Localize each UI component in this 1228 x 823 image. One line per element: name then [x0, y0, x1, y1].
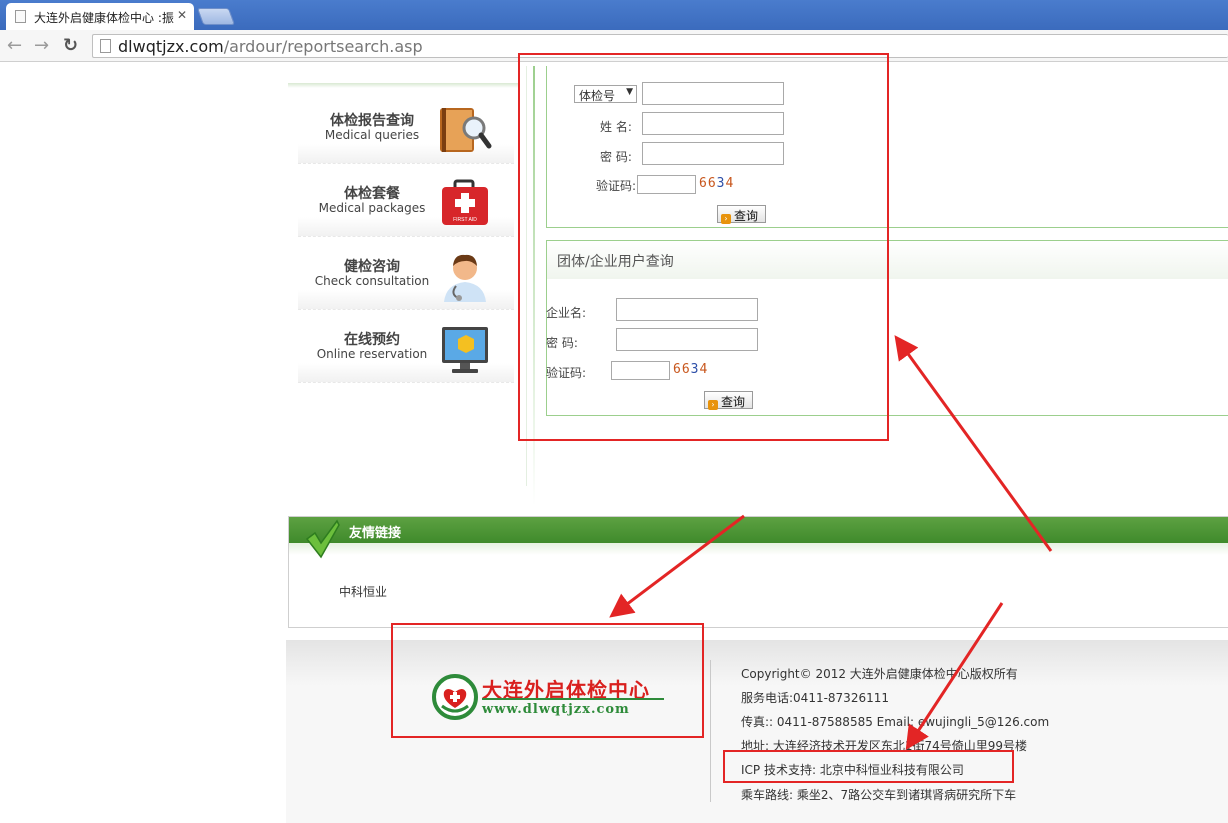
- friendly-links-title: 友情链接: [349, 526, 402, 541]
- sidebar-item-sublabel: Medical queries: [324, 128, 420, 142]
- annotation-box-icp: [723, 750, 1014, 783]
- new-tab-button[interactable]: [196, 8, 236, 25]
- url-host: dlwqtjzx.com: [118, 37, 224, 56]
- friendly-links-panel: 友情链接 中科恒业: [288, 516, 1228, 628]
- footer-bus-route: 乘车路线: 乘坐2、7路公交车到诸琪肾病研究所下车: [741, 788, 1017, 802]
- doctor-icon: [444, 254, 486, 302]
- tab-title: 大连外启健康体检中心 :振: [34, 11, 174, 25]
- footer-fax-email: 传真:: 0411-87588585 Email: ewujingli_5@12…: [741, 715, 1050, 729]
- sidebar-item-sublabel: Online reservation: [316, 347, 428, 361]
- friendly-links-bar: 友情链接: [289, 517, 1228, 543]
- sidebar-top-rule: [288, 83, 520, 88]
- footer-phone: 服务电话:0411-87326111: [741, 691, 889, 705]
- kit-label: FIRST AID: [453, 217, 477, 223]
- page-icon: [100, 39, 111, 53]
- browser-tab[interactable]: 大连外启健康体检中心 :振 ✕: [6, 3, 194, 30]
- sidebar-item-label: 在线预约: [344, 332, 400, 348]
- checkmark-icon: [305, 519, 340, 559]
- browser-tab-strip: 大连外启健康体检中心 :振 ✕: [0, 0, 1228, 30]
- sidebar-item-check-consultation[interactable]: 健检咨询 Check consultation: [298, 246, 514, 310]
- page-favicon-icon: [15, 10, 26, 23]
- back-arrow-icon[interactable]: ←: [7, 35, 22, 56]
- friendly-link-item[interactable]: 中科恒业: [339, 583, 387, 600]
- sidebar-item-sublabel: Medical packages: [318, 201, 426, 215]
- footer-divider: [710, 660, 711, 802]
- tab-close-icon[interactable]: ✕: [177, 8, 187, 22]
- forward-arrow-icon[interactable]: →: [34, 35, 49, 56]
- monitor-icon: [442, 327, 488, 373]
- sidebar-item-label: 体检报告查询: [330, 113, 414, 129]
- friendly-links-shade: [289, 543, 1228, 555]
- sidebar-item-online-reservation[interactable]: 在线预约 Online reservation: [298, 319, 514, 383]
- sidebar-item-label: 体检套餐: [344, 186, 400, 202]
- sidebar-item-label: 健检咨询: [344, 259, 400, 275]
- book-magnifier-icon: [440, 108, 492, 152]
- footer-copyright: Copyright© 2012 大连外启健康体检中心版权所有: [741, 667, 1018, 681]
- annotation-box-query-forms: [518, 53, 889, 441]
- sidebar-item-medical-packages[interactable]: 体检套餐 Medical packages FIRST AID: [298, 173, 514, 237]
- url-text: dlwqtjzx.com/ardour/reportsearch.asp: [118, 37, 423, 56]
- first-aid-kit-icon: FIRST AID: [442, 179, 488, 225]
- annotation-box-logo: [391, 623, 704, 738]
- url-path: /ardour/reportsearch.asp: [223, 37, 423, 56]
- reload-icon[interactable]: ↻: [63, 35, 78, 56]
- sidebar-item-sublabel: Check consultation: [314, 274, 430, 288]
- sidebar-item-medical-queries[interactable]: 体检报告查询 Medical queries: [298, 100, 514, 164]
